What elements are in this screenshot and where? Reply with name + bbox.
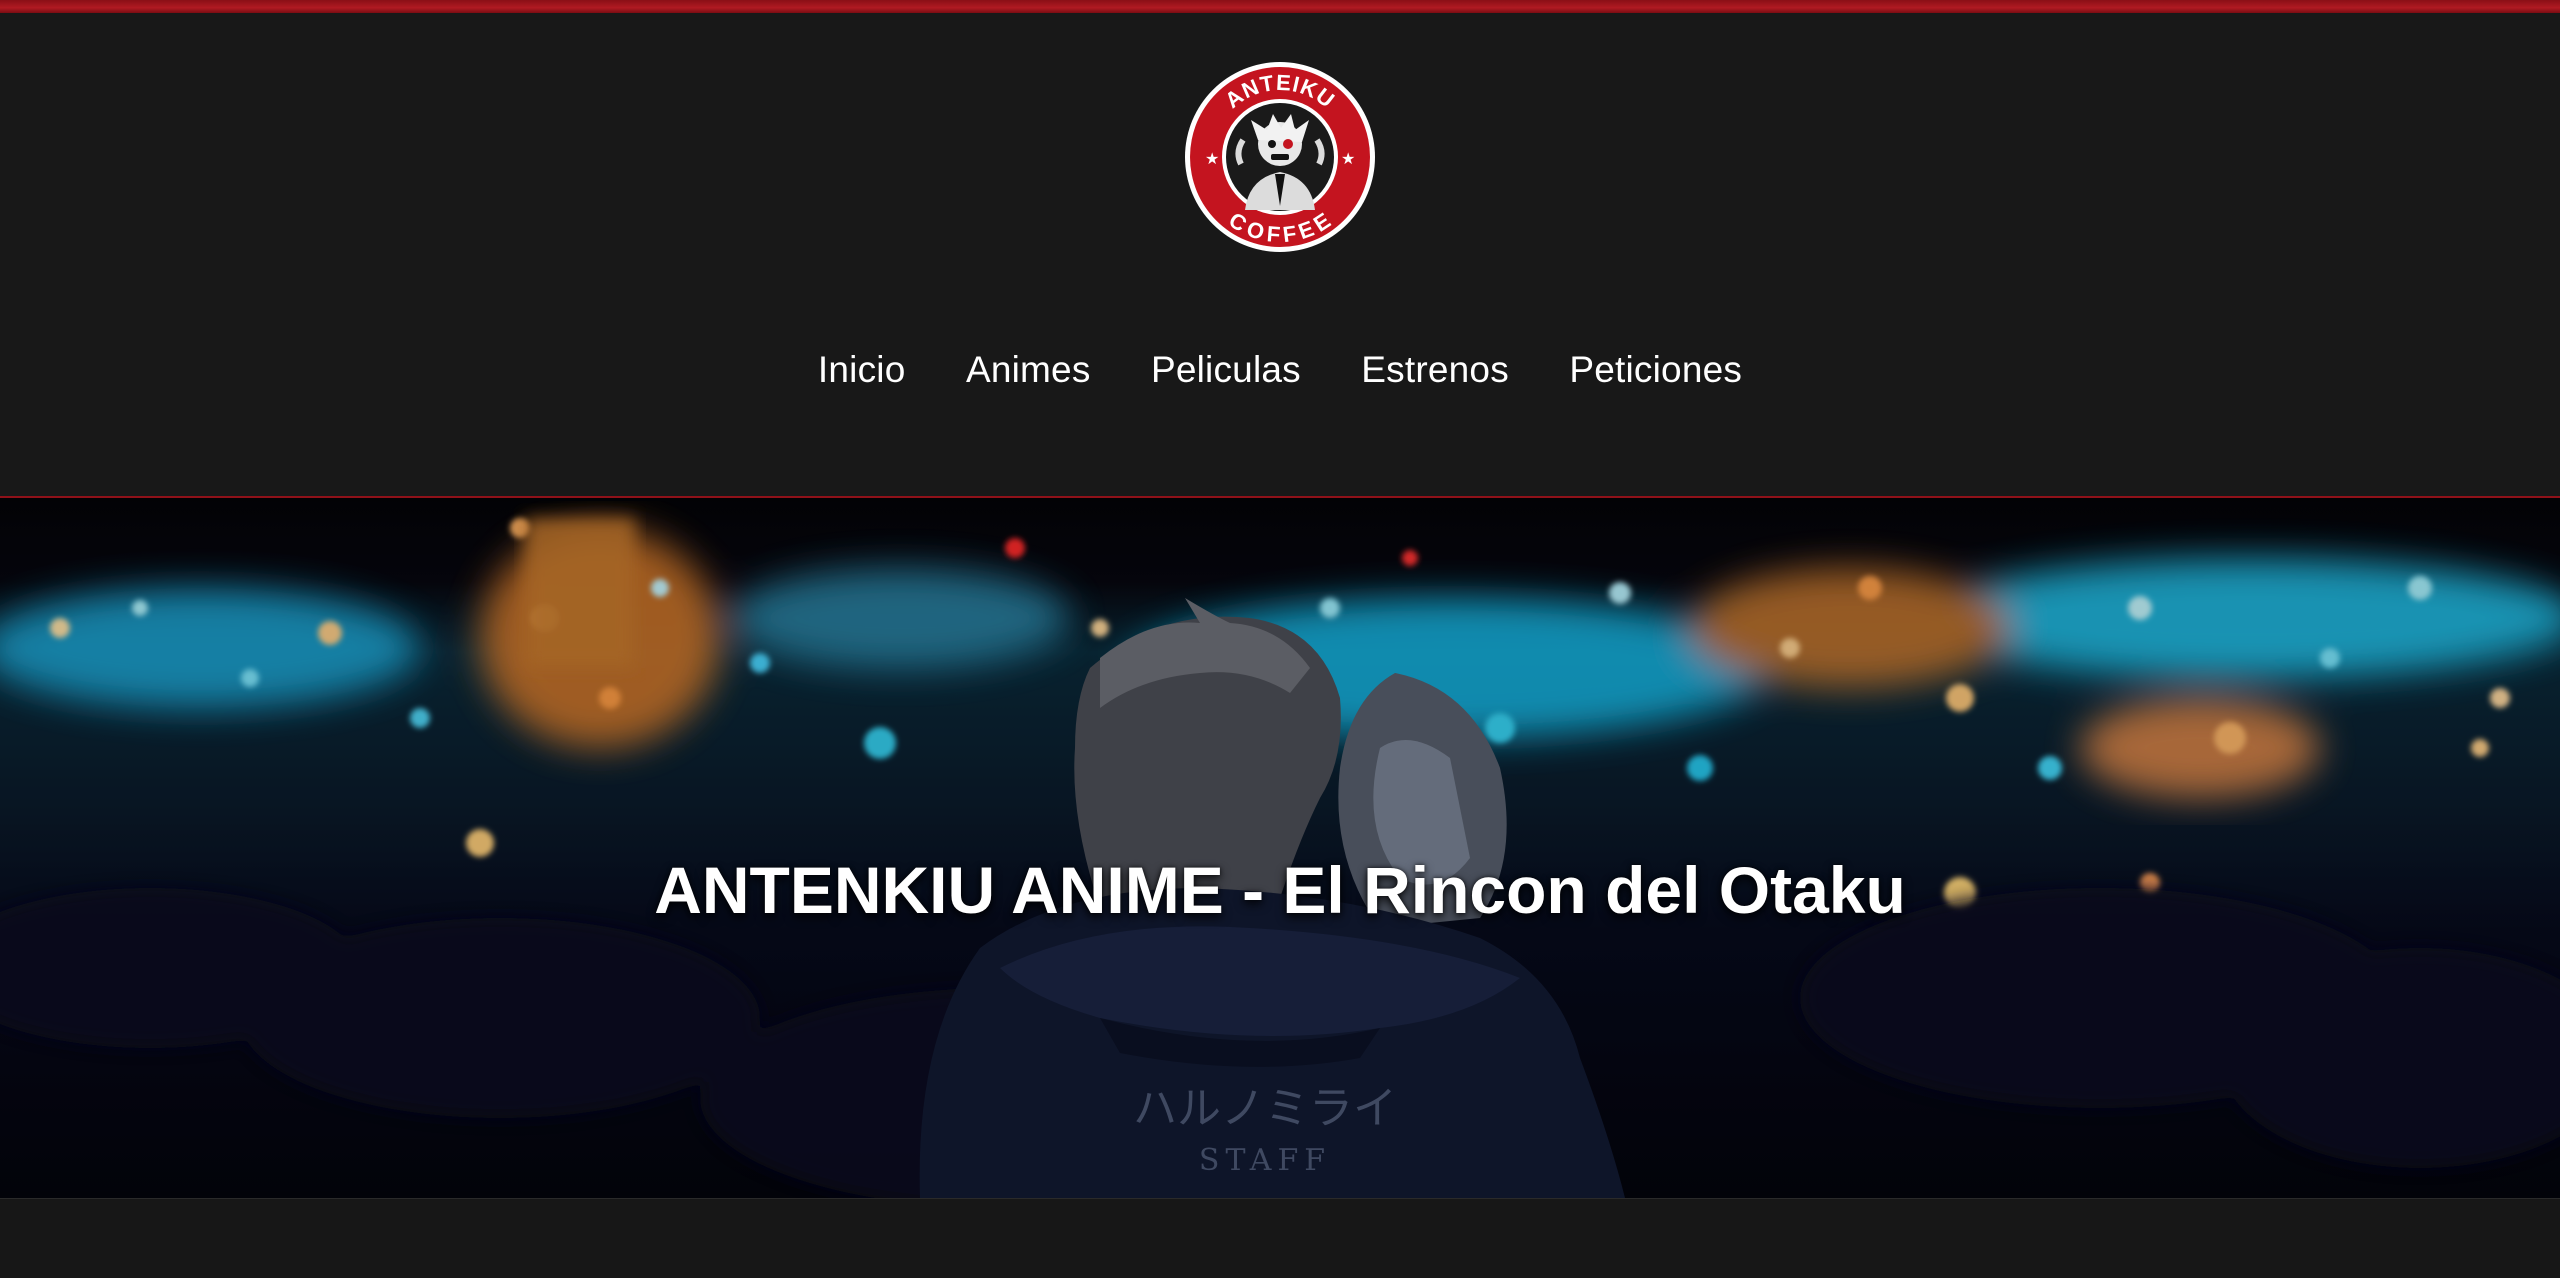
nav-item-animes[interactable]: Animes xyxy=(966,349,1091,391)
nav-item-estrenos[interactable]: Estrenos xyxy=(1361,349,1509,391)
nav-item-peliculas[interactable]: Peliculas xyxy=(1151,349,1301,391)
star-icon: ★ xyxy=(1205,149,1219,168)
anteiku-coffee-logo[interactable]: ANTEIKU COFFEE ★ ★ xyxy=(1183,60,1377,254)
star-icon: ★ xyxy=(1341,149,1355,168)
nav-item-peticiones[interactable]: Peticiones xyxy=(1569,349,1742,391)
hero-title: ANTENKIU ANIME - El Rincon del Otaku xyxy=(654,853,1906,928)
hero-banner: ハルノミライ STAFF ANTENKIU ANIME - El Rincon … xyxy=(0,498,2560,1198)
content-section-start xyxy=(0,1198,2560,1278)
page: ANTEIKU COFFEE ★ ★ Inicio Animes Pelicul… xyxy=(0,0,2560,1278)
site-header: ANTEIKU COFFEE ★ ★ Inicio Animes Pelicul… xyxy=(0,13,2560,498)
top-accent-bar xyxy=(0,0,2560,13)
main-navigation: Inicio Animes Peliculas Estrenos Peticio… xyxy=(0,349,2560,391)
nav-item-inicio[interactable]: Inicio xyxy=(818,349,906,391)
hero-background-image: ハルノミライ STAFF xyxy=(0,498,2560,1198)
section-heading-partial xyxy=(0,1263,2560,1278)
